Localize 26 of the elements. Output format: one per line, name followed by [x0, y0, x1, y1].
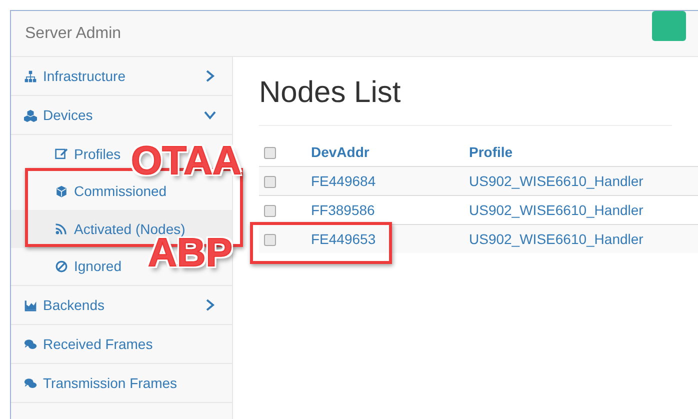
- sidebar-item[interactable]: Backends: [11, 286, 232, 325]
- sidebar-subitem[interactable]: Profiles: [11, 135, 127, 172]
- sidebar-subitem[interactable]: Ignored: [11, 248, 128, 285]
- sitemap-icon: [24, 70, 37, 82]
- sidebar-item[interactable]: Received Frames: [11, 325, 232, 364]
- comments-icon: [24, 376, 37, 390]
- app-title[interactable]: Server Admin: [25, 24, 122, 42]
- sidebar-item[interactable]: Transmission Frames: [11, 364, 232, 403]
- column-header[interactable]: Profile: [469, 144, 513, 160]
- sidebar-item[interactable]: Devices: [11, 96, 232, 135]
- row-checkbox[interactable]: [264, 234, 276, 246]
- select-all-checkbox[interactable]: [264, 147, 276, 160]
- edit-icon: [55, 147, 68, 160]
- table-cell-link[interactable]: FF389586: [311, 202, 375, 218]
- row-checkbox[interactable]: [264, 205, 276, 218]
- chart-icon: [24, 298, 37, 312]
- row-checkbox[interactable]: [264, 176, 276, 188]
- comments-icon: [24, 338, 37, 350]
- sidebar-item[interactable]: Infrastructure: [11, 57, 232, 96]
- rss-icon: [55, 222, 68, 236]
- ban-icon: [55, 260, 68, 273]
- cube-icon: [55, 184, 68, 198]
- cubes-icon: [24, 108, 37, 122]
- page-title: Nodes List: [259, 75, 402, 111]
- column-header[interactable]: DevAddr: [311, 144, 370, 160]
- table-cell-link[interactable]: US902_WISE6610_Handler: [469, 202, 644, 218]
